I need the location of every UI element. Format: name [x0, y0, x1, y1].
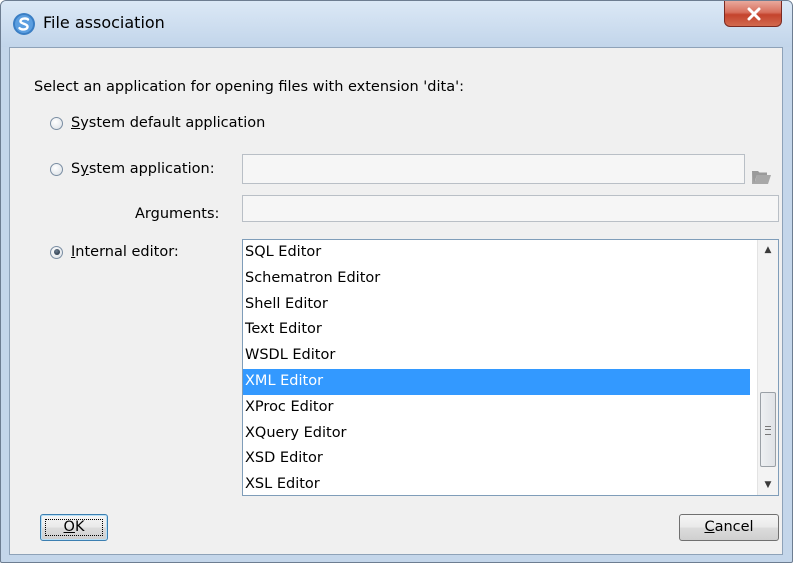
list-scrollbar[interactable]: ▲ ▼ [757, 240, 778, 495]
internal-editor-list[interactable]: SQL Editor Schematron Editor Shell Editor T… [242, 239, 779, 496]
system-application-radio[interactable] [50, 162, 63, 176]
system-default-option[interactable]: System default application [50, 115, 265, 131]
scrollbar-grip-icon [765, 426, 771, 435]
dialog-content: Select an application for opening files … [9, 47, 783, 555]
editor-list-item[interactable]: XSL Editor [243, 472, 750, 495]
editor-list-item[interactable]: XQuery Editor [243, 421, 750, 447]
editor-list-items: SQL Editor Schematron Editor Shell Editor T… [243, 240, 750, 495]
focus-rectangle [45, 519, 103, 536]
system-application-label[interactable]: System application: [71, 161, 215, 177]
system-default-label[interactable]: System default application [71, 115, 265, 131]
system-default-radio[interactable] [50, 116, 63, 130]
editor-list-item[interactable]: WSDL Editor [243, 343, 750, 369]
system-application-input[interactable] [242, 154, 745, 184]
scrollbar-thumb[interactable] [760, 392, 776, 467]
system-application-option[interactable]: System application: [50, 161, 215, 177]
instruction-text: Select an application for opening files … [34, 79, 464, 95]
folder-icon[interactable] [751, 168, 773, 186]
cancel-label: ancel [714, 519, 754, 535]
close-icon [747, 7, 761, 21]
scroll-up-arrow-icon[interactable]: ▲ [758, 240, 778, 260]
editor-list-item[interactable]: Schematron Editor [243, 266, 750, 292]
arguments-label: Arguments: [135, 206, 220, 222]
editor-list-item[interactable]: Shell Editor [243, 292, 750, 318]
window-title: File association [43, 13, 165, 32]
cancel-button[interactable]: Cancel [679, 514, 779, 541]
scroll-down-arrow-icon[interactable]: ▼ [758, 475, 778, 495]
internal-editor-option[interactable]: Internal editor: [50, 244, 179, 260]
arguments-input[interactable] [242, 195, 779, 222]
title-bar[interactable]: File association [1, 1, 792, 47]
cancel-mnemonic: C [704, 519, 715, 535]
editor-list-item[interactable]: XProc Editor [243, 395, 750, 421]
oxygen-app-icon [13, 13, 35, 35]
editor-list-item[interactable]: SQL Editor [243, 240, 750, 266]
file-association-dialog: File association Select an application f… [0, 0, 793, 563]
editor-list-item[interactable]: Text Editor [243, 317, 750, 343]
editor-list-item[interactable]: XSD Editor [243, 446, 750, 472]
ok-button[interactable]: OK [40, 514, 108, 541]
close-button[interactable] [724, 1, 782, 27]
editor-list-item[interactable]: XML Editor [243, 368, 750, 395]
internal-editor-radio[interactable] [50, 245, 63, 259]
internal-editor-label[interactable]: Internal editor: [71, 244, 179, 260]
